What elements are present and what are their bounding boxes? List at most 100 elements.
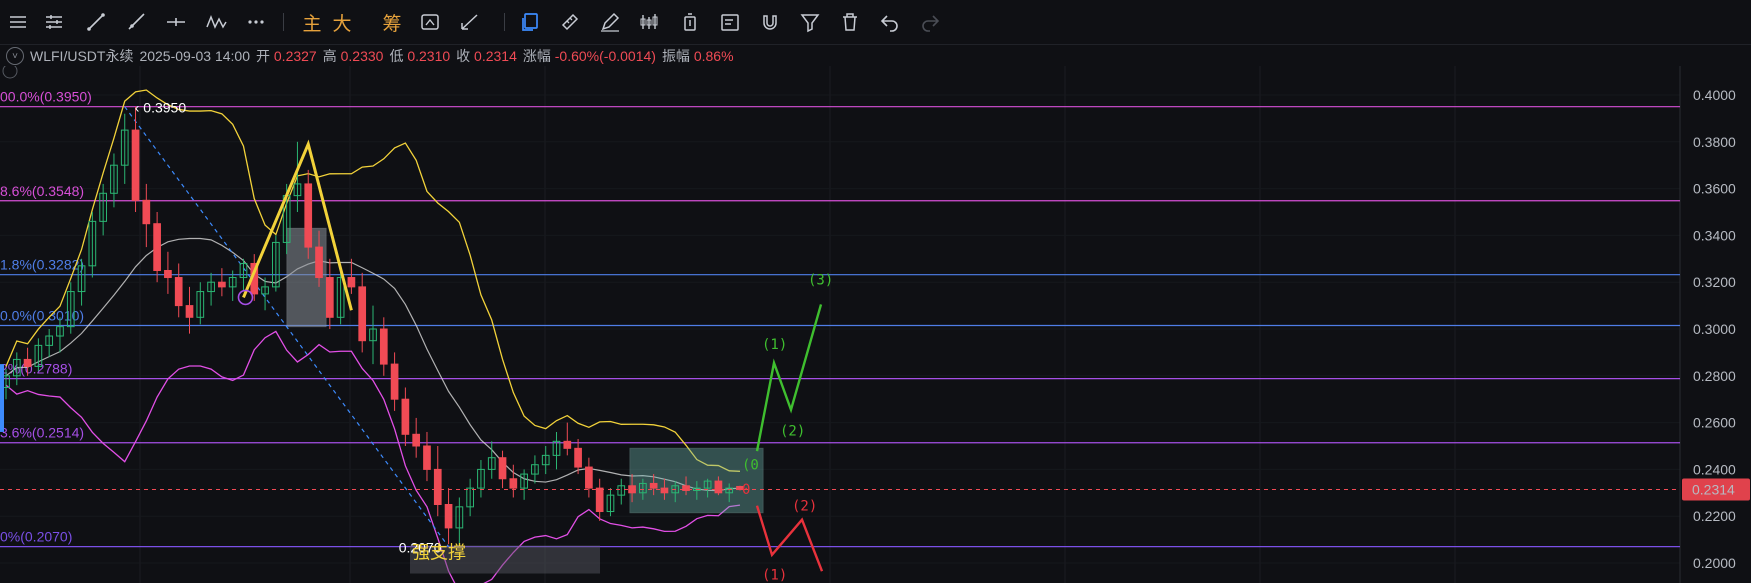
chart-type-icon[interactable] [635,8,663,36]
bullish-wave-label: (2) [780,423,805,439]
open-value: 0.2327 [273,48,317,64]
candle-body [649,482,658,489]
bullish-wave-label: (1) [762,337,787,353]
candle-body [379,328,388,365]
candle-body [174,277,183,307]
ruler-icon[interactable] [556,8,584,36]
y-tick-label: 0.3400 [1693,227,1736,243]
collapse-chevron-icon[interactable]: ˅ [6,47,24,65]
indicator-button-1[interactable]: 大 [328,8,356,36]
y-tick-label: 0.3800 [1693,134,1736,150]
y-tick-label: 0.2200 [1693,508,1736,524]
candle-body [423,445,431,470]
open-label: 开 [256,48,270,64]
candle-body [23,358,32,367]
candle-body [498,457,507,480]
last-price-value: 0.2314 [1692,482,1735,498]
symbol-name[interactable]: WLFI/USDT永续 [30,46,133,66]
undo-icon[interactable] [876,8,904,36]
amplitude-label: 振幅 [661,48,690,64]
y-tick-label: 0.2000 [1693,555,1736,571]
candle-body [142,199,151,225]
y-tick-label: 0.2600 [1693,415,1736,431]
candle-body [412,433,421,447]
candle-body [444,504,453,529]
candle-body [401,398,410,435]
amplitude-value: 0.86% [693,48,734,64]
fib-level-label: 0%(0.2070) [0,529,72,545]
fib-level-label: 0.0%(0.3010) [0,307,84,323]
trash-alt-icon[interactable] [676,8,704,36]
price-chart[interactable]: 0.4000 0.3800 0.3600 0.3400 0.3200 0.3000 0.28… [0,66,1751,583]
candle-body [185,305,194,318]
high-label: 高 [322,48,337,64]
y-tick-label: 0.3200 [1693,274,1736,290]
fib-level-label: 8.6%(0.3548) [0,183,84,199]
candle-datetime: 2025-09-03 14:00 [139,48,250,64]
bearish-wave-label: 0 [742,482,750,498]
candle-body [509,478,518,489]
candle-body [347,277,356,288]
dashed-trend-line [124,106,450,547]
note-icon[interactable] [716,8,744,36]
candle-body [660,487,669,494]
close-value: 0.2314 [474,48,517,64]
candle-body [131,129,140,201]
magnet-icon[interactable] [756,8,784,36]
indicator-button-2[interactable]: 筹 [378,8,406,36]
y-tick-label: 0.3600 [1693,181,1736,197]
horizontal-line-icon[interactable] [162,8,190,36]
menu-icon[interactable] [4,8,32,36]
measure-icon[interactable] [456,8,484,36]
y-tick-label: 0.2800 [1693,368,1736,384]
fib-level-label: 3.6%(0.2514) [0,425,84,441]
wave-icon[interactable] [202,8,230,36]
bearish-wave-projection [755,505,824,572]
fib-level-label: 00.0%(0.3950) [0,89,92,105]
left-range-marker [0,364,4,432]
layout-icon[interactable] [416,8,444,36]
indicator-button-0[interactable]: 主 [298,8,326,36]
bullish-wave-label: (0 [742,457,759,473]
ohlc-info-bar: ˅ WLFI/USDT永续 2025-09-03 14:00 开 0.2327 … [6,46,734,66]
y-tick-label: 0.4000 [1693,87,1736,103]
low-value: 0.2310 [407,48,451,64]
pen-icon[interactable] [596,8,624,36]
y-tick-label: 0.3000 [1693,321,1736,337]
candle-body [563,440,572,449]
copy-icon[interactable] [516,8,544,36]
candle-body [325,277,334,318]
candle-body [164,270,172,279]
support-label: 强支撑 [412,542,466,562]
candle-body [595,487,604,513]
upper-band-line [5,89,741,472]
bearish-wave-label: (2) [792,498,817,514]
redo-icon[interactable] [916,8,944,36]
candle-body [714,480,723,494]
toolbar-separator [283,13,284,31]
more-icon[interactable] [242,8,270,36]
candle-body [153,223,161,271]
expand-chevron-icon[interactable] [2,66,18,79]
ray-icon[interactable] [122,8,150,36]
candle-body [433,468,442,505]
candle-body [304,183,313,248]
toolbar: 主大筹 [0,0,1751,45]
candle-body [585,466,593,489]
filter-icon[interactable] [796,8,824,36]
close-label: 收 [456,48,471,64]
y-tick-label: 0.2400 [1693,461,1736,477]
trend-line-icon[interactable] [82,8,110,36]
high-value: 0.2330 [340,48,384,64]
candle-body [315,246,323,279]
bullish-wave-label: (3) [808,273,833,289]
candle-body [574,447,582,468]
delete-icon[interactable] [836,8,864,36]
fib-level-label: 1.8%(0.3282) [0,257,84,273]
change-label: 涨幅 [522,48,551,64]
high-price-label: ‹ 0.3950 [135,100,187,116]
candle-body [358,286,367,342]
change-value: -0.60%(-0.0014) [554,48,656,64]
sliders-icon[interactable] [40,8,68,36]
candle-body [390,363,399,400]
